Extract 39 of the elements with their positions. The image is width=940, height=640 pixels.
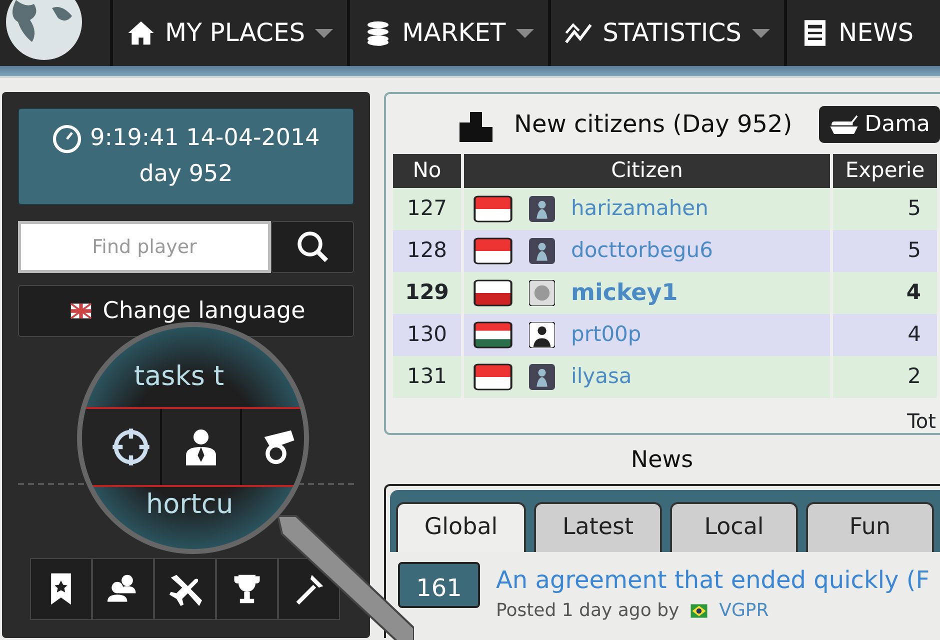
table-cell: 130 (393, 314, 461, 356)
change-language-button[interactable]: Change language (18, 285, 354, 338)
column-header: Citizen (464, 154, 830, 188)
stopwatch-icon (52, 124, 82, 154)
game-day: day 952 (23, 156, 349, 192)
column-header: Experie (833, 154, 937, 188)
column-header: No (393, 154, 461, 188)
magnified-text: tasks t (134, 361, 224, 394)
section-heading: News (630, 447, 694, 473)
shortcut-button[interactable] (154, 558, 216, 620)
article-meta: Posted 1 day ago by (496, 602, 680, 620)
news-tab[interactable]: Fun (806, 502, 934, 552)
table-cell: 127 (393, 188, 461, 230)
globe-logo[interactable] (4, 0, 84, 62)
table-cell: 4 (833, 272, 937, 314)
shortcut-button[interactable] (216, 558, 278, 620)
table-cell: 4 (833, 314, 937, 356)
panel-title: New citizens (Day 952) (514, 109, 792, 140)
shortcut-button[interactable] (92, 558, 154, 620)
crosshair-icon (111, 427, 151, 467)
magnified-text: hortcu (146, 489, 234, 522)
shortcut-button[interactable] (30, 558, 92, 620)
damage-button[interactable]: Dama (818, 106, 940, 142)
total-label: Tot (907, 409, 936, 433)
comment-count: 161 (398, 562, 480, 608)
table-cell: 128 (393, 230, 461, 272)
news-tab[interactable]: Local (670, 502, 798, 552)
news-tab[interactable]: Global (396, 502, 526, 552)
search-button[interactable] (271, 221, 354, 274)
table-cell: 5 (833, 188, 937, 230)
table-cell: 131 (393, 356, 461, 398)
clock-time: 9:19:41 14-04-2014 (90, 124, 320, 153)
news-tab[interactable]: Latest (534, 502, 662, 552)
table-cell: 2 (833, 356, 937, 398)
table-cell: 129 (393, 272, 461, 314)
airplane-icon (168, 572, 202, 606)
search-field[interactable]: Find player (18, 221, 271, 274)
house-icon (127, 19, 155, 47)
table-cell: 5 (833, 230, 937, 272)
